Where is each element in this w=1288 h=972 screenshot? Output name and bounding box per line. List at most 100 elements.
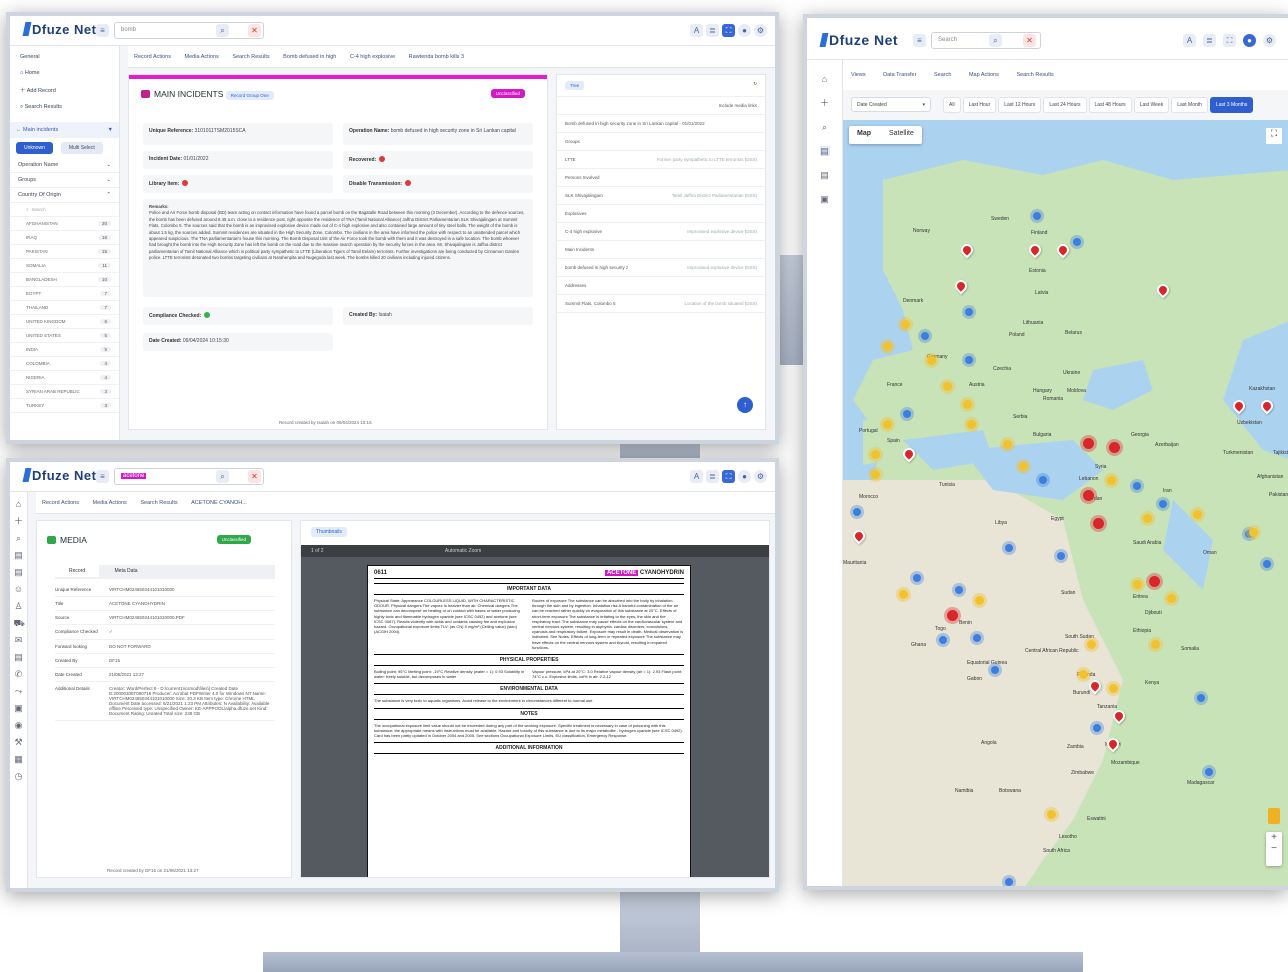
incident-cluster[interactable] (965, 356, 973, 364)
country-search-input[interactable]: ⌕ Search (10, 203, 119, 217)
incident-cluster[interactable] (1073, 238, 1081, 246)
incident-cluster[interactable] (1149, 576, 1160, 587)
list-icon[interactable]: ≣ (706, 24, 719, 37)
incident-cluster[interactable] (1033, 212, 1041, 220)
list-icon[interactable]: ≣ (1203, 34, 1216, 47)
incident-cluster[interactable] (947, 610, 958, 621)
search-icon[interactable]: ⌕ (216, 24, 229, 37)
incident-cluster[interactable] (1093, 724, 1101, 732)
country-filter-item[interactable]: TURKEY 3 (10, 399, 119, 413)
nav-data-transfer[interactable]: Data Transfer (875, 60, 924, 90)
tab-c4[interactable]: C-4 high explosive (344, 46, 401, 67)
incident-cluster[interactable] (1047, 810, 1056, 819)
map-canvas[interactable]: Map Satellite ⛶ Sweden Norway Finland Eston… (843, 120, 1288, 886)
tree-node[interactable]: Explosives (557, 205, 765, 223)
pill-multi-select[interactable]: Multi Select (60, 142, 103, 154)
camera-icon[interactable]: ◉ (14, 720, 24, 730)
country-filter-item[interactable]: SYRIAN ARAB REPUBLIC 3 (10, 385, 119, 399)
incident-cluster[interactable] (1109, 684, 1118, 693)
mail-icon[interactable]: ✉ (14, 635, 24, 645)
translate-icon[interactable]: A (690, 24, 703, 37)
country-filter-item[interactable]: THAILAND 7 (10, 301, 119, 315)
incident-cluster[interactable] (1005, 878, 1013, 886)
incident-cluster[interactable] (871, 470, 880, 479)
nav-home[interactable]: ⌂ Home (10, 65, 119, 81)
map-tab[interactable]: Map (849, 126, 879, 141)
viewer-mode-select[interactable]: Thumbnails (311, 527, 347, 537)
incident-cluster[interactable] (1003, 440, 1012, 449)
incident-cluster[interactable] (1019, 462, 1028, 471)
incident-cluster[interactable] (1133, 482, 1141, 490)
zoom-select[interactable]: Automatic Zoom (445, 548, 481, 554)
nav-search[interactable]: Search (926, 60, 959, 90)
menu-icon[interactable]: ≡ (96, 24, 109, 37)
tree-node[interactable]: Bomb defused in high security zone in Sr… (557, 115, 765, 133)
nav-views[interactable]: Views (843, 60, 874, 90)
country-filter-item[interactable]: SOMALIA 11 (10, 259, 119, 273)
nav-search-results[interactable]: ⌕ Search Results (10, 99, 119, 116)
tab-acetone[interactable]: ACETONE CYANOH... (185, 492, 253, 513)
incident-cluster[interactable] (963, 400, 972, 409)
range-pill[interactable]: Last Hour (962, 97, 997, 113)
phone-icon[interactable]: ✆ (14, 669, 24, 679)
range-pill[interactable]: Last 12 Hours (998, 97, 1042, 113)
country-filter-item[interactable]: IRAQ 16 (10, 231, 119, 245)
share-icon[interactable]: ⤳ (14, 686, 24, 696)
gear-icon[interactable]: ⚙ (754, 24, 767, 37)
translate-icon[interactable]: A (1183, 34, 1196, 47)
fullscreen-icon[interactable]: ⛶ (722, 470, 735, 483)
clear-icon[interactable]: ✕ (1023, 34, 1036, 47)
incident-cluster[interactable] (955, 586, 963, 594)
incident-cluster[interactable] (943, 382, 952, 391)
zoom-out-button[interactable]: − (1266, 843, 1282, 854)
group-country-of-origin[interactable]: Country Of Origin ⌃ (10, 188, 119, 203)
incident-cluster[interactable] (967, 420, 976, 429)
tree-node[interactable]: Summit Flats, Colombo 5 Location of the b… (557, 295, 765, 313)
search-icon[interactable]: ⌕ (989, 34, 1002, 47)
gear-icon[interactable]: ⚙ (1263, 34, 1276, 47)
incident-cluster[interactable] (1083, 438, 1094, 449)
avatar[interactable]: ● (1243, 34, 1256, 47)
group-groups[interactable]: Groups ⌄ (10, 173, 119, 188)
incident-cluster[interactable] (1143, 514, 1152, 523)
menu-icon[interactable]: ≡ (913, 34, 926, 47)
incident-cluster[interactable] (903, 410, 911, 418)
tree-node[interactable]: Addresses (557, 277, 765, 295)
avatar[interactable]: ● (738, 470, 751, 483)
incident-cluster[interactable] (921, 332, 929, 340)
people-icon[interactable]: ☺ (14, 584, 24, 594)
country-filter-item[interactable]: AFGHANISTAN 20 (10, 217, 119, 231)
document-icon[interactable]: ▤ (14, 567, 24, 577)
country-filter-item[interactable]: PAKISTAN 15 (10, 245, 119, 259)
list-icon[interactable]: ≣ (706, 470, 719, 483)
incident-cluster[interactable] (853, 508, 861, 516)
file-icon[interactable]: ▣ (820, 194, 830, 204)
add-icon[interactable]: ＋ (14, 516, 24, 526)
tab-bomb-defused[interactable]: Bomb defused in high (277, 46, 342, 67)
date-field-select[interactable]: Date Created ▾ (851, 97, 931, 112)
range-pill[interactable]: Last Month (1171, 97, 1208, 113)
country-filter-item[interactable]: INDIA 5 (10, 343, 119, 357)
incident-cluster[interactable] (965, 308, 973, 316)
menu-icon[interactable]: ≡ (96, 470, 109, 483)
tab-media-actions[interactable]: Media Actions (87, 492, 133, 513)
time-icon[interactable]: ◷ (14, 771, 24, 781)
range-pill[interactable]: Last 48 Hours (1088, 97, 1132, 113)
incident-cluster[interactable] (939, 636, 947, 644)
nav-map-actions[interactable]: Map Actions (961, 60, 1007, 90)
translate-icon[interactable]: A (690, 470, 703, 483)
search-icon[interactable]: ⌕ (14, 533, 24, 543)
incident-cluster[interactable] (1167, 594, 1176, 603)
record-icon[interactable]: ▤ (14, 550, 24, 560)
incident-cluster[interactable] (1093, 518, 1104, 529)
country-filter-item[interactable]: BANGLADESH 10 (10, 273, 119, 287)
tab-search-results[interactable]: Search Results (134, 492, 183, 513)
folder-icon[interactable]: ▣ (14, 703, 24, 713)
street-view-icon[interactable] (1268, 808, 1280, 824)
incident-cluster[interactable] (1039, 476, 1047, 484)
document-icon[interactable]: ▤ (820, 170, 830, 180)
view-select[interactable]: Tree (565, 81, 585, 90)
tree-node[interactable]: SLK Shivajalingam Tamil Jaffna District P… (557, 187, 765, 205)
incident-cluster[interactable] (913, 574, 921, 582)
filter-icon[interactable]: ▼ (108, 127, 113, 133)
